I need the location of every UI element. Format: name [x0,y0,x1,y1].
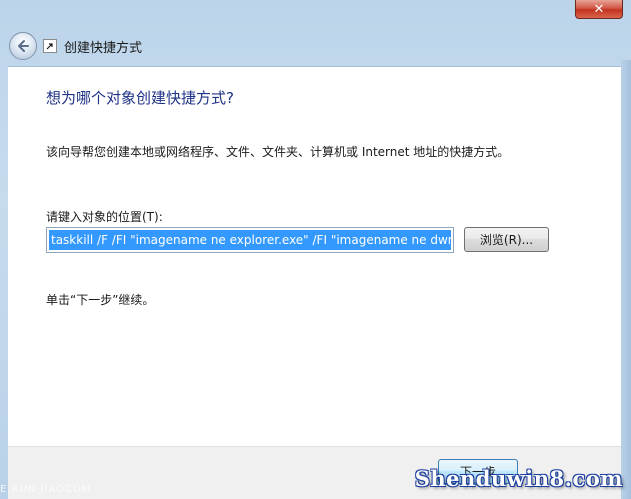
wizard-content: 想为哪个对象创建快捷方式? 该向导帮您创建本地或网络程序、文件、文件夹、计算机或… [8,66,621,447]
back-arrow-icon [18,40,29,52]
watermark-logo: Shenduwin8.com [414,466,623,491]
browse-button[interactable]: 浏览(R)... [464,227,549,252]
location-input[interactable]: taskkill /F /FI "imagename ne explorer.e… [46,227,454,253]
location-input-value: taskkill /F /FI "imagename ne explorer.e… [49,230,451,250]
create-shortcut-window: ✕ 创建快捷方式 想为哪个对象创建快捷方式? 该向导帮您创建本地或网络程序、文件… [0,0,631,499]
location-label: 请键入对象的位置(T): [46,210,163,224]
wizard-heading: 想为哪个对象创建快捷方式? [46,89,234,107]
close-icon: ✕ [593,1,605,17]
close-button[interactable]: ✕ [575,0,623,19]
back-button[interactable] [9,32,37,60]
watermark-left: E RUN JIAOCOM [0,484,92,495]
continue-hint: 单击“下一步”继续。 [46,293,155,307]
wizard-description: 该向导帮您创建本地或网络程序、文件、文件夹、计算机或 Internet 地址的快… [46,145,510,159]
window-edge [621,60,631,499]
shortcut-icon [43,39,57,53]
window-title: 创建快捷方式 [64,41,143,56]
